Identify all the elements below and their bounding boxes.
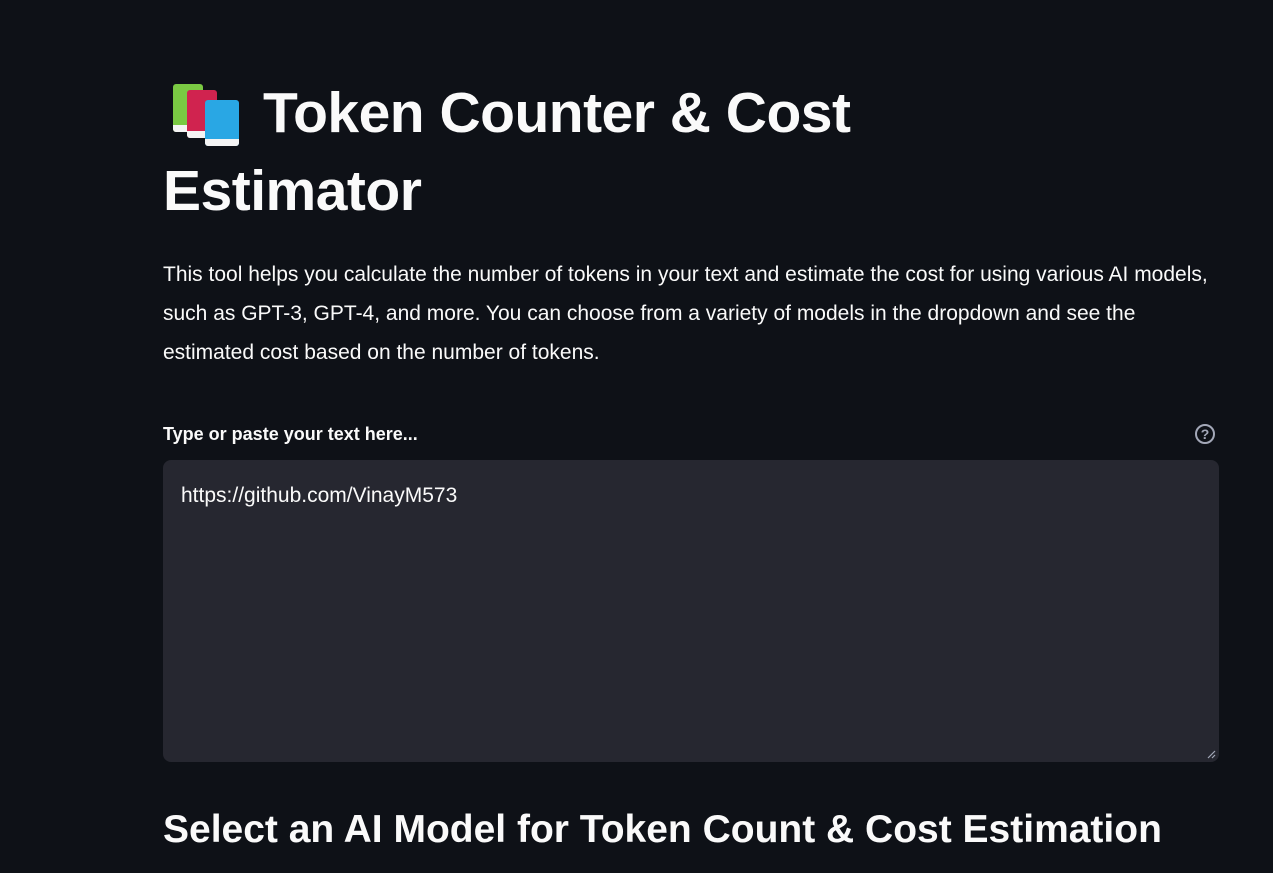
resize-handle-icon[interactable]	[1206, 749, 1216, 759]
help-circle-icon[interactable]: ?	[1195, 424, 1215, 444]
books-icon	[163, 74, 239, 146]
model-section-heading: Select an AI Model for Token Count & Cos…	[163, 808, 1162, 851]
tool-description: This tool helps you calculate the number…	[163, 263, 1208, 364]
text-input-label: Type or paste your text here...	[163, 424, 418, 444]
page-title-block: Token Counter & Cost Estimator	[163, 74, 923, 230]
text-input-value: https://github.com/VinayM573	[181, 484, 458, 507]
text-input-area[interactable]: https://github.com/VinayM573	[163, 460, 1219, 762]
page-title: Token Counter & Cost Estimator	[163, 81, 851, 223]
blue-book-shape	[205, 100, 239, 146]
